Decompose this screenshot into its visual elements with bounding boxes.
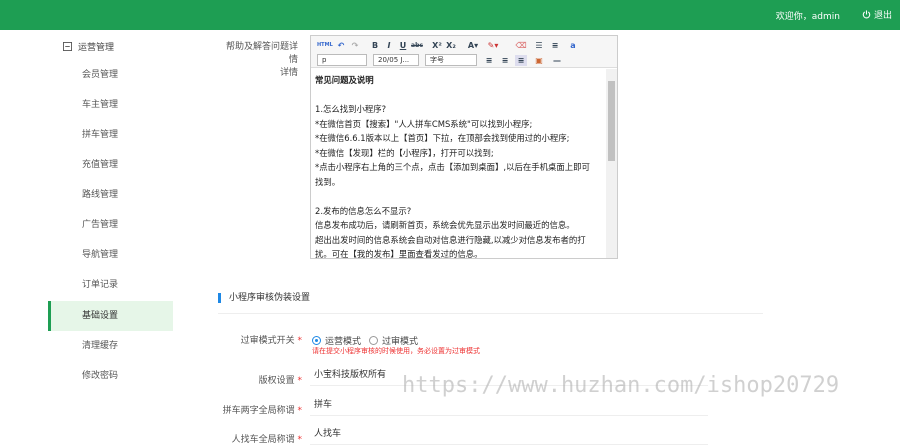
sidebar-group-operations[interactable]: 运营管理 — [63, 40, 114, 53]
required-mark: * — [297, 406, 303, 416]
horizontal-rule-icon[interactable]: — — [551, 55, 563, 66]
editor-line — [315, 88, 603, 103]
welcome-text: 欢迎你，admin — [775, 12, 840, 22]
editor-content[interactable]: 常见问题及说明 1.怎么找到小程序? *在微信首页【搜索】"人人拼车CMS系统"… — [311, 69, 607, 258]
required-mark: * — [297, 376, 303, 386]
audit-switch-label-text: 过审模式开关 — [240, 336, 295, 346]
sidebar-item-owners[interactable]: 车主管理 — [48, 90, 173, 120]
required-mark: * — [297, 336, 303, 346]
italic-icon[interactable]: I — [383, 40, 395, 51]
unordered-list-icon[interactable]: ≡ — [549, 40, 561, 51]
watermark: https://www.huzhan.com/ishop20729 — [402, 373, 840, 398]
carpool-name-label: 拼车两字全局称谓 * — [218, 403, 302, 416]
editor-scrollbar[interactable] — [606, 69, 617, 258]
highlight-icon[interactable]: ✎▾ — [487, 40, 499, 51]
audit-switch-label: 过审模式开关 * — [218, 333, 302, 346]
undo-icon[interactable]: ↶ — [335, 40, 347, 51]
sidebar-item-ads[interactable]: 广告管理 — [48, 210, 173, 240]
sidebar-item-orders[interactable]: 订单记录 — [48, 270, 173, 300]
align-center-icon[interactable]: ≡ — [499, 55, 511, 66]
text-style-icon[interactable]: a — [567, 40, 579, 51]
help-label-line-1: 帮助及解答问题详情 — [225, 42, 298, 65]
help-label-line-2: 详情 — [279, 68, 298, 78]
find-car-name-label: 人找车全局称谓 * — [218, 432, 302, 445]
sidebar-item-clear-cache[interactable]: 清理缓存 — [48, 331, 173, 361]
logout-button[interactable]: 退出 — [862, 8, 892, 21]
editor-line: 2.发布的信息怎么不显示? — [315, 205, 412, 216]
sidebar-item-change-password[interactable]: 修改密码 — [48, 361, 173, 391]
strikethrough-icon[interactable]: abc — [411, 40, 423, 51]
html-icon[interactable]: HTML — [317, 40, 333, 51]
copyright-label-text: 版权设置 — [258, 376, 295, 386]
carpool-name-input[interactable]: 拼车 — [310, 396, 708, 416]
superscript-icon[interactable]: X² — [431, 40, 443, 51]
editor-line — [315, 189, 603, 204]
editor-line: 找到。 — [315, 176, 341, 187]
ordered-list-icon[interactable]: ☰ — [533, 40, 545, 51]
sidebar-item-carpool[interactable]: 拼车管理 — [48, 120, 173, 150]
sidebar-item-basic-settings[interactable]: 基础设置 — [48, 301, 173, 331]
audit-hint: 请在提交小程序审核的时候使用，务必设置为过审模式 — [312, 347, 480, 355]
font-size-select[interactable]: 20/05 J... — [373, 54, 419, 66]
subscript-icon[interactable]: X₂ — [445, 40, 457, 51]
editor-line: *在微信首页【搜索】"人人拼车CMS系统"可以找到小程序; — [315, 118, 533, 129]
redo-icon[interactable]: ↷ — [349, 40, 361, 51]
radio-checked-icon — [312, 336, 321, 345]
editor-line: 超出出发时间的信息系统会自动对信息进行隐藏,以减少对信息发布者的打 — [315, 234, 586, 245]
eraser-icon[interactable]: ⌫ — [515, 40, 527, 51]
underline-icon[interactable]: U — [397, 40, 409, 51]
power-icon — [862, 10, 871, 19]
editor-line: *在微信6.6.1版本以上【首页】下拉，在顶部会找到使用过的小程序; — [315, 133, 570, 143]
find-car-name-label-text: 人找车全局称谓 — [231, 435, 295, 445]
sidebar-item-recharge[interactable]: 充值管理 — [48, 150, 173, 180]
font-color-icon[interactable]: A▾ — [467, 40, 479, 51]
rich-text-editor: HTML ↶ ↷ B I U abc X² X₂ A▾ ✎▾ ⌫ ☰ ≡ a p… — [310, 35, 618, 259]
align-left-icon[interactable]: ≡ — [483, 55, 495, 66]
help-field-label: 帮助及解答问题详情 详情 — [218, 41, 298, 80]
sidebar-item-routes[interactable]: 路线管理 — [48, 180, 173, 210]
required-mark: * — [297, 435, 303, 445]
editor-line: *在微信【发现】栏的【小程序】，打开可以找到; — [315, 147, 494, 158]
sidebar-group-label: 运营管理 — [78, 43, 115, 53]
sidebar-item-navigation[interactable]: 导航管理 — [48, 240, 173, 270]
section-title: 小程序审核伪装设置 — [218, 293, 310, 303]
editor-line: 1.怎么找到小程序? — [315, 104, 387, 114]
minus-square-icon — [63, 42, 72, 51]
editor-line: 信息发布成功后，请刷新首页，系统会优先显示出发时间最近的信息。 — [315, 220, 575, 230]
find-car-name-input[interactable]: 人找车 — [310, 425, 708, 445]
editor-line: 扰。可在【我的发布】里面查看发过的信息。 — [315, 249, 483, 258]
sidebar: 运营管理 会员管理 车主管理 拼车管理 充值管理 路线管理 广告管理 导航管理 … — [48, 30, 173, 443]
font-family-select[interactable]: 字号 — [425, 54, 477, 66]
divider — [218, 313, 763, 314]
editor-toolbar: HTML ↶ ↷ B I U abc X² X₂ A▾ ✎▾ ⌫ ☰ ≡ a p… — [311, 36, 617, 68]
image-icon[interactable]: ▣ — [533, 55, 545, 66]
logout-label: 退出 — [873, 11, 892, 21]
top-bar: 欢迎你，admin 退出 — [0, 0, 900, 30]
paragraph-select[interactable]: p — [317, 54, 367, 66]
copyright-label: 版权设置 * — [218, 373, 302, 386]
editor-scroll-thumb[interactable] — [608, 81, 615, 161]
radio-unchecked-icon — [369, 336, 378, 345]
editor-line: 常见问题及说明 — [315, 75, 374, 85]
carpool-name-label-text: 拼车两字全局称谓 — [222, 406, 295, 416]
editor-line: *点击小程序右上角的三个点，点击【添加到桌面】,以后在手机桌面上即可 — [315, 162, 590, 172]
bold-icon[interactable]: B — [369, 40, 381, 51]
sidebar-item-members[interactable]: 会员管理 — [48, 60, 173, 90]
align-right-icon[interactable]: ≡ — [515, 55, 527, 66]
